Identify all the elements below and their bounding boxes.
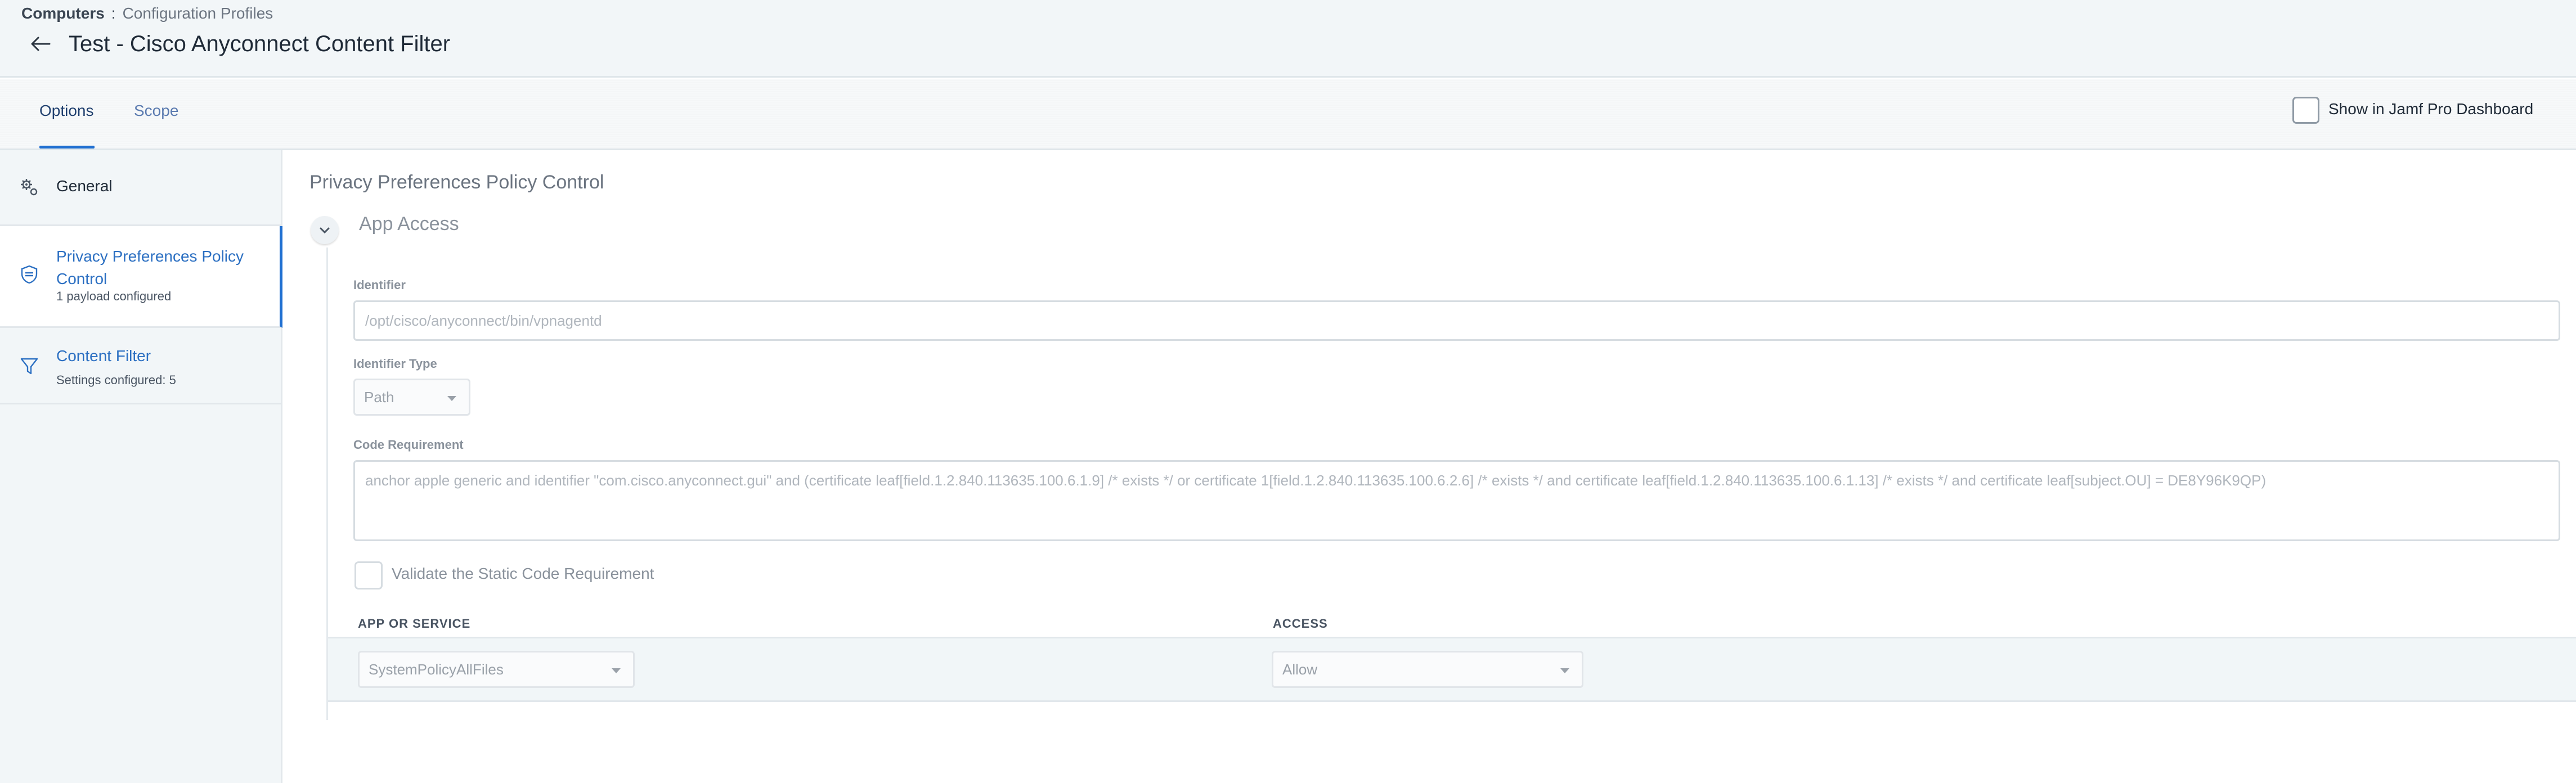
validate-checkbox[interactable] [354,561,383,590]
tabs-bar: Options Scope [0,79,2576,150]
identifier-label: Identifier [353,278,406,292]
app-or-service-select[interactable]: SystemPolicyAllFiles [358,651,635,688]
sidebar-item-subtitle: 1 payload configured [56,289,172,303]
sidebar-item-subtitle: Settings configured: 5 [56,373,176,387]
chevron-down-icon [320,227,330,234]
identifier-field[interactable]: /opt/cisco/anyconnect/bin/vpnagentd [353,300,2560,341]
payload-title: Privacy Preferences Policy Control [309,172,604,193]
arrow-left-icon[interactable] [29,33,53,56]
collapse-button[interactable] [311,216,339,244]
tab-scope[interactable]: Scope [134,102,178,120]
section-title: App Access [359,213,459,235]
chevron-down-icon [447,396,456,401]
identifier-type-value: Path [364,389,394,406]
breadcrumb-current[interactable]: Configuration Profiles [123,4,273,22]
tab-options[interactable]: Options [39,102,94,120]
dashboard-checkbox-label[interactable]: Show in Jamf Pro Dashboard [2328,100,2533,118]
validate-checkbox-label[interactable]: Validate the Static Code Requirement [392,565,654,583]
breadcrumb-separator: : [111,4,116,22]
code-requirement-label: Code Requirement [353,438,464,452]
dashboard-checkbox[interactable] [2292,97,2319,124]
funnel-filter-icon [20,358,38,375]
identifier-type-label: Identifier Type [353,357,437,371]
app-or-service-value: SystemPolicyAllFiles [369,661,504,678]
page-title: Test - Cisco Anyconnect Content Filter [69,32,451,56]
sidebar-item-label: Content Filter [56,347,151,364]
gear-cog-icon [21,179,38,196]
sidebar-item-general[interactable]: General [0,150,282,226]
active-tab-indicator [39,146,95,148]
sidebar-item-privacy-preferences[interactable]: Privacy Preferences Policy Control 1 pay… [0,226,282,328]
code-requirement-field[interactable]: anchor apple generic and identifier "com… [353,460,2560,541]
identifier-type-select[interactable]: Path [353,379,470,416]
sidebar-item-content-filter[interactable]: Content Filter Settings configured: 5 [0,328,282,404]
sidebar-item-label: General [56,177,113,195]
column-header-access: ACCESS [1273,616,1328,631]
column-header-app-or-service: APP OR SERVICE [358,616,471,631]
breadcrumb: Computers: Configuration Profiles [21,4,273,22]
chevron-down-icon [612,668,621,673]
page-header: Computers: Configuration Profiles Test - … [0,0,2576,78]
chevron-down-icon [1560,668,1569,673]
access-value: Allow [1282,661,1318,678]
shield-icon [21,265,38,284]
sidebar-item-label: Privacy Preferences Policy Control [56,248,244,287]
sidebar: General Privacy Preferences Policy Contr… [0,150,282,783]
access-select[interactable]: Allow [1272,651,1583,688]
breadcrumb-root[interactable]: Computers [21,4,105,22]
